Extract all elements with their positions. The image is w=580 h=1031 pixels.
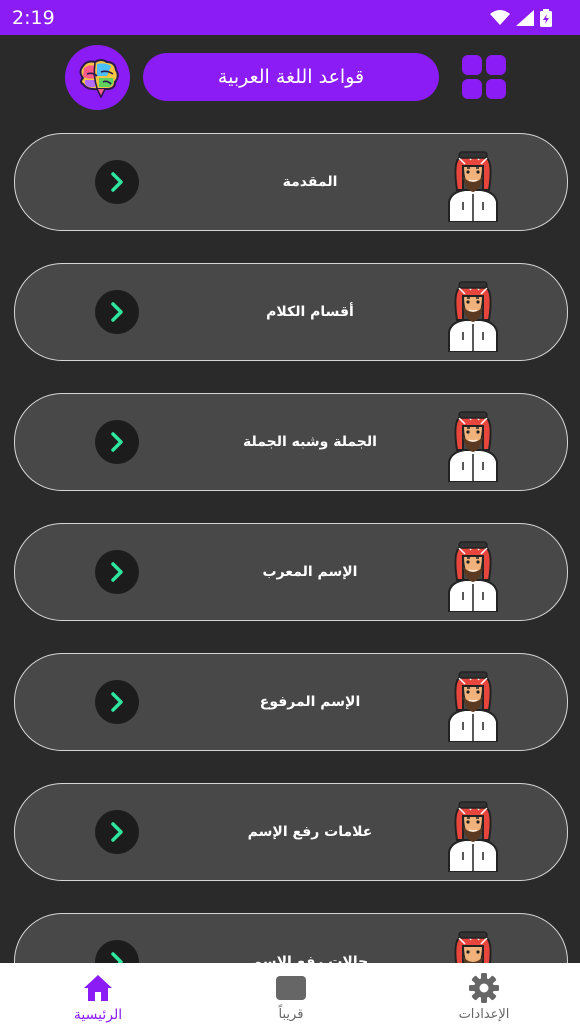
nav-settings[interactable]: الإعدادات [424, 963, 544, 1031]
nav-soon[interactable]: قريباً [231, 963, 351, 1031]
chevron-right-icon [111, 172, 123, 192]
lesson-title: الإسم المرفوع [259, 694, 361, 710]
nav-home[interactable]: الرئيسية [38, 963, 158, 1031]
open-lesson-button[interactable] [95, 290, 139, 334]
lesson-card[interactable]: المقدمة [14, 133, 568, 231]
brain-logo-button[interactable] [65, 45, 130, 110]
status-bar: 2:19 [0, 0, 580, 35]
arab-man-avatar-icon [448, 671, 498, 742]
lesson-card[interactable]: الجملة وشبه الجملة [14, 393, 568, 491]
open-lesson-button[interactable] [95, 680, 139, 724]
arab-man-avatar-icon [448, 801, 498, 872]
home-icon [84, 975, 112, 1001]
lesson-title: المقدمة [282, 174, 338, 190]
open-lesson-button[interactable] [95, 420, 139, 464]
wifi-icon [490, 10, 510, 25]
arab-man-avatar-icon [448, 151, 498, 222]
arab-man-avatar-icon [448, 411, 498, 482]
battery-charging-icon [540, 9, 552, 27]
lesson-title: علامات رفع الإسم [247, 824, 373, 840]
signal-icon [516, 10, 534, 26]
chevron-right-icon [111, 822, 123, 842]
lesson-card[interactable]: الإسم المرفوع [14, 653, 568, 751]
gear-icon [469, 973, 499, 1003]
lesson-title: الجملة وشبه الجملة [243, 434, 377, 450]
nav-home-label: الرئيسية [73, 1007, 123, 1023]
open-lesson-button[interactable] [95, 550, 139, 594]
lesson-card[interactable]: أقسام الكلام [14, 263, 568, 361]
lesson-title: أقسام الكلام [266, 304, 354, 320]
status-icons [490, 9, 552, 27]
arab-man-avatar-icon [448, 281, 498, 352]
lesson-card[interactable]: الإسم المعرب [14, 523, 568, 621]
app-title: قواعد اللغة العربية [143, 53, 439, 101]
nav-soon-label: قريباً [278, 1007, 304, 1022]
chevron-right-icon [111, 562, 123, 582]
lesson-card[interactable]: علامات رفع الإسم [14, 783, 568, 881]
chevron-right-icon [111, 302, 123, 322]
bottom-navigation: الرئيسية قريباً الإعدادات [0, 963, 580, 1031]
placeholder-icon [276, 976, 306, 1000]
app-header: قواعد اللغة العربية [0, 35, 580, 133]
open-lesson-button[interactable] [95, 160, 139, 204]
grid-icon [462, 55, 482, 75]
open-lesson-button[interactable] [95, 810, 139, 854]
brain-icon [79, 58, 119, 98]
nav-settings-label: الإعدادات [458, 1007, 510, 1022]
chevron-right-icon [111, 432, 123, 452]
lesson-title: الإسم المعرب [262, 564, 358, 580]
grid-menu-button[interactable] [462, 55, 507, 100]
chevron-right-icon [111, 692, 123, 712]
arab-man-avatar-icon [448, 541, 498, 612]
status-time: 2:19 [12, 7, 55, 29]
